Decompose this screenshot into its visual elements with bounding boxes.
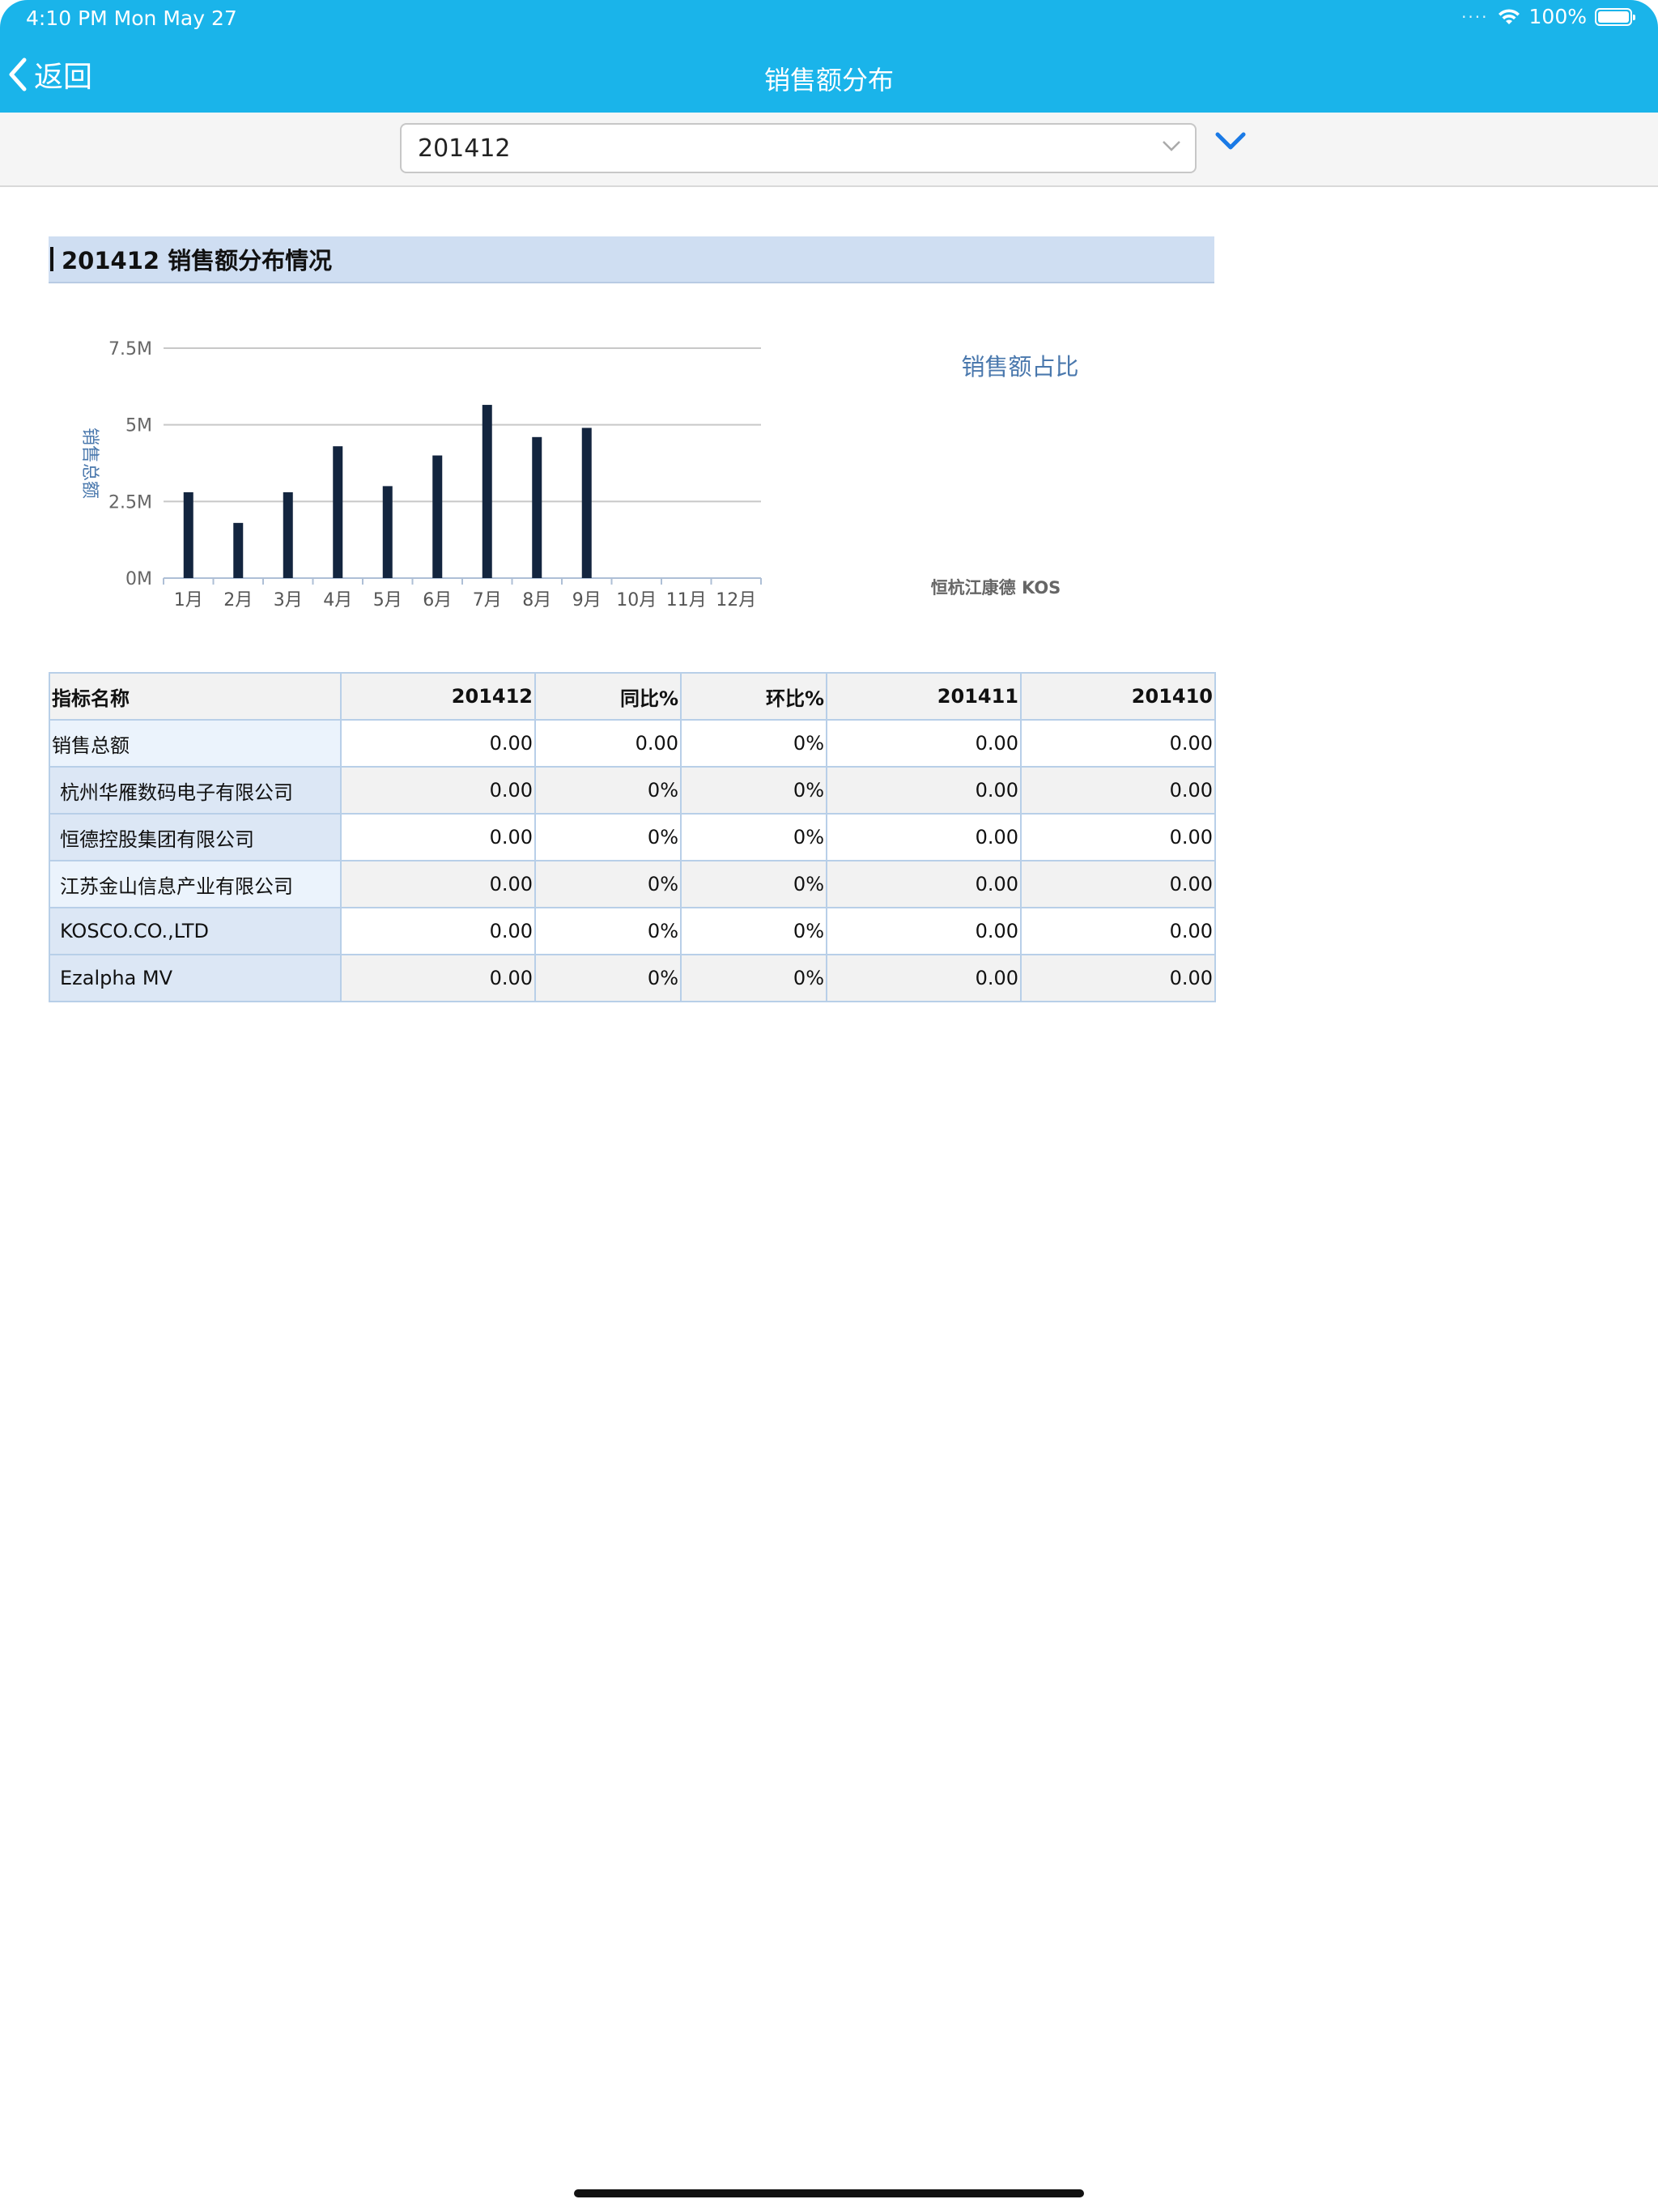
cell: 0%: [680, 860, 827, 908]
bar: [382, 486, 393, 578]
table-row: 杭州华雁数码电子有限公司 0.00 0% 0% 0.00 0.00: [49, 766, 1216, 815]
home-indicator: [574, 2189, 1084, 2197]
x-tick-label: 1月: [174, 590, 203, 610]
cell: 0.00: [1020, 907, 1216, 955]
section-header: 201412 销售额分布情况: [49, 236, 1214, 283]
cell: 0.00: [826, 813, 1022, 861]
chevron-down-icon: [1163, 141, 1180, 151]
row-name: KOSCO.CO.,LTD: [49, 907, 342, 955]
bar: [283, 491, 293, 578]
cell: 0.00: [1020, 719, 1216, 768]
y-axis-label: 销售总额: [79, 428, 100, 499]
row-name: 恒德控股集团有限公司: [49, 813, 342, 861]
cell: 0.00: [340, 719, 536, 768]
table-row: KOSCO.CO.,LTD 0.00 0% 0% 0.00 0.00: [49, 907, 1216, 955]
table-row: 江苏金山信息产业有限公司 0.00 0% 0% 0.00 0.00: [49, 860, 1216, 908]
cell: 0%: [680, 719, 827, 768]
period-select[interactable]: 201412: [400, 123, 1197, 173]
bar: [183, 491, 193, 578]
cell: 0.00: [1020, 954, 1216, 1002]
wifi-icon: [1498, 8, 1520, 24]
cell: 0%: [680, 907, 827, 955]
col-header-201412: 201412: [340, 672, 536, 721]
section-title: 201412 销售额分布情况: [62, 247, 333, 274]
col-header-name: 指标名称: [49, 672, 342, 721]
status-indicators: ···· 100%: [1461, 5, 1635, 28]
page-title: 销售额分布: [763, 65, 894, 96]
table-row: Ezalpha MV 0.00 0% 0% 0.00 0.00: [49, 954, 1216, 1002]
x-tick-label: 4月: [323, 590, 352, 610]
section-marker: [50, 247, 53, 271]
navigation-bar: 4:10 PM Mon May 27 ···· 100% 返回 销售额分布: [0, 0, 1658, 113]
battery-percent: 100%: [1528, 5, 1587, 28]
cell: 0.00: [340, 907, 536, 955]
row-name: Ezalpha MV: [49, 954, 342, 1002]
period-selector-row: 201412: [0, 113, 1658, 187]
col-header-mom: 环比%: [680, 672, 827, 721]
cell: 0.00: [340, 766, 536, 815]
table-header-row: 指标名称 201412 同比% 环比% 201411 201410: [49, 672, 1216, 721]
cell: 0.00: [1020, 813, 1216, 861]
battery-icon: [1595, 7, 1635, 26]
cell: 0.00: [1020, 766, 1216, 815]
x-tick-label: 8月: [522, 590, 551, 610]
row-name: 江苏金山信息产业有限公司: [49, 860, 342, 908]
sales-bar-chart: 0M 2.5M 5M 7.5M 销售总额 1月 2月 3月 4月 5月 6月 7月 8月 9月 10月 11月…: [79, 339, 762, 610]
y-tick-label: 5M: [125, 416, 152, 436]
bar: [432, 455, 443, 578]
cell: 0%: [534, 954, 682, 1002]
cell: 0.00: [534, 719, 682, 768]
cell: 0%: [680, 954, 827, 1002]
chevron-down-icon: [1215, 132, 1246, 150]
cell: 0.00: [340, 860, 536, 908]
x-tick-label: 10月: [616, 590, 657, 610]
pie-chart-labels: 恒杭江康德 KOS: [930, 578, 1061, 598]
y-tick-label: 0M: [125, 569, 152, 589]
y-tick-label: 2.5M: [108, 492, 152, 513]
bar: [333, 446, 343, 578]
cell: 0.00: [826, 766, 1022, 815]
cell: 0.00: [340, 813, 536, 861]
expand-filter-button[interactable]: [1214, 130, 1247, 155]
sales-table: 指标名称 201412 同比% 环比% 201411 201410 销售总额 0…: [49, 672, 1216, 1002]
col-header-yoy: 同比%: [534, 672, 682, 721]
x-tick-label: 7月: [473, 590, 502, 610]
table-row: 恒德控股集团有限公司 0.00 0% 0% 0.00 0.00: [49, 813, 1216, 861]
x-tick-label: 12月: [716, 590, 756, 610]
cell: 0.00: [826, 907, 1022, 955]
y-tick-label: 7.5M: [108, 339, 152, 359]
cell: 0.00: [340, 954, 536, 1002]
cell: 0%: [534, 907, 682, 955]
cell: 0.00: [826, 860, 1022, 908]
period-select-value: 201412: [418, 134, 511, 163]
signal-dots-icon: ····: [1461, 6, 1489, 27]
x-tick-label: 3月: [274, 590, 303, 610]
x-tick-label: 2月: [223, 590, 253, 610]
cell: 0.00: [826, 719, 1022, 768]
x-tick-label: 6月: [423, 590, 452, 610]
bar: [581, 428, 592, 578]
status-time: 4:10 PM Mon May 27: [26, 6, 237, 30]
row-name: 销售总额: [49, 719, 342, 768]
pie-chart-title: 销售额占比: [961, 353, 1079, 381]
cell: 0%: [680, 766, 827, 815]
table-row: 销售总额 0.00 0.00 0% 0.00 0.00: [49, 719, 1216, 768]
x-tick-label: 5月: [373, 590, 402, 610]
cell: 0%: [534, 766, 682, 815]
row-name: 杭州华雁数码电子有限公司: [49, 766, 342, 815]
cell: 0%: [680, 813, 827, 861]
x-tick-label: 11月: [666, 590, 707, 610]
x-tick-label: 9月: [572, 590, 602, 610]
col-header-201411: 201411: [826, 672, 1022, 721]
col-header-201410: 201410: [1020, 672, 1216, 721]
cell: 0.00: [826, 954, 1022, 1002]
cell: 0%: [534, 860, 682, 908]
bar: [482, 405, 492, 578]
bar: [532, 436, 542, 578]
bar: [233, 522, 244, 578]
cell: 0%: [534, 813, 682, 861]
cell: 0.00: [1020, 860, 1216, 908]
